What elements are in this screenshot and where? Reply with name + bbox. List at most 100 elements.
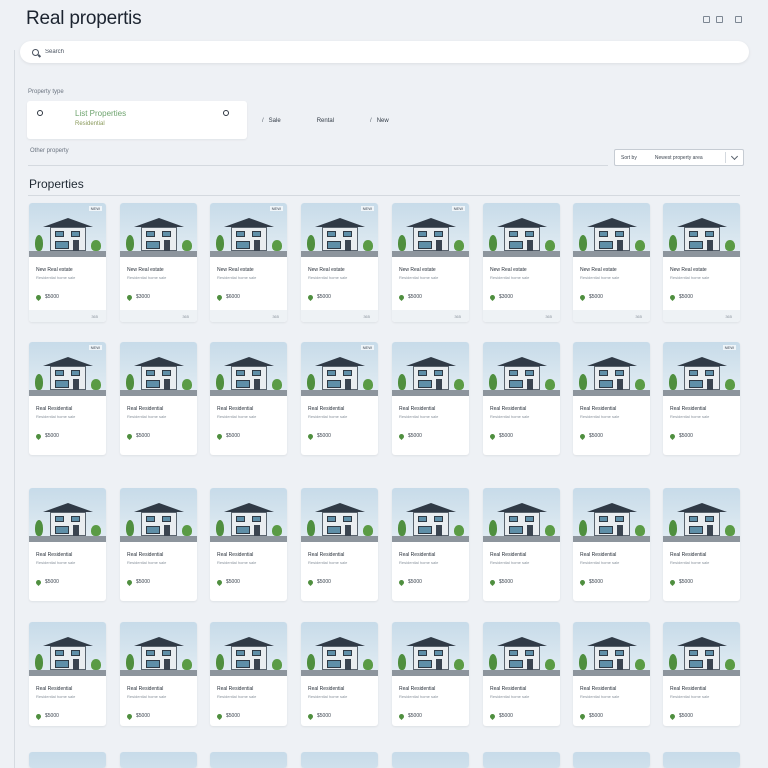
property-card[interactable]: Real Residential Residential home sale $50… <box>120 342 197 455</box>
property-subtitle: Residential home sale <box>217 414 257 419</box>
filter-divider <box>28 165 608 166</box>
close-icon[interactable] <box>735 16 742 23</box>
tree-icon <box>635 525 645 536</box>
property-card[interactable]: Real Residential Residential home sale $50… <box>210 488 287 601</box>
property-card[interactable]: NEW New Real estate Residential home sale $… <box>210 203 287 322</box>
tab-new[interactable]: / New <box>370 118 389 124</box>
property-title: Real Residential <box>399 686 436 692</box>
location-pin-icon <box>668 293 677 301</box>
search-bar[interactable] <box>20 41 749 63</box>
property-card[interactable] <box>663 752 740 768</box>
tab-sale[interactable]: / Sale <box>262 118 281 124</box>
property-card[interactable]: New Real estate Residential home sale $500… <box>573 203 650 322</box>
property-card[interactable]: Real Residential Residential home sale $50… <box>483 622 560 726</box>
property-card[interactable]: NEW Real Residential Residential home sale… <box>663 342 740 455</box>
property-card[interactable]: New Real estate Residential home sale $300… <box>120 203 197 322</box>
property-photo <box>120 342 197 396</box>
property-card[interactable]: Real Residential Residential home sale $50… <box>392 342 469 455</box>
property-price: $5000 <box>578 432 650 440</box>
chevron-down-icon <box>730 152 739 161</box>
tab-rental[interactable]: Rental <box>317 118 334 124</box>
property-card[interactable] <box>210 752 287 768</box>
property-card[interactable] <box>483 752 560 768</box>
property-card[interactable]: Real Residential Residential home sale $50… <box>663 622 740 726</box>
property-card[interactable]: Real Residential Residential home sale $50… <box>392 488 469 601</box>
property-card[interactable] <box>120 752 197 768</box>
property-card[interactable] <box>573 752 650 768</box>
property-photo <box>301 488 378 542</box>
property-subtitle: Residential home sale <box>127 414 167 419</box>
property-subtitle: Residential home sale <box>490 694 530 699</box>
tree-icon <box>545 240 555 251</box>
property-card[interactable]: Real Residential Residential home sale $50… <box>301 488 378 601</box>
location-pin-icon <box>488 432 497 440</box>
property-title: Real Residential <box>36 686 73 692</box>
property-card[interactable]: Real Residential Residential home sale $50… <box>573 488 650 601</box>
house-icon <box>677 357 727 390</box>
property-card[interactable]: Real Residential Residential home sale $50… <box>29 622 106 726</box>
property-card[interactable]: NEW Real Residential Residential home sale… <box>301 342 378 455</box>
property-card[interactable]: NEW New Real estate Residential home sale $… <box>29 203 106 322</box>
property-subtitle: Residential home sale <box>399 560 439 565</box>
property-card[interactable]: New Real estate Residential home sale $300… <box>483 203 560 322</box>
property-card[interactable]: Real Residential Residential home sale $50… <box>301 622 378 726</box>
property-card[interactable]: Real Residential Residential home sale $50… <box>29 488 106 601</box>
property-photo <box>29 488 106 542</box>
search-input[interactable] <box>45 49 645 55</box>
tree-icon <box>454 525 464 536</box>
property-card[interactable]: Real Residential Residential home sale $50… <box>120 622 197 726</box>
minimize-icon[interactable] <box>703 16 710 23</box>
property-photo: NEW <box>301 203 378 257</box>
house-icon <box>315 218 365 251</box>
house-icon <box>587 357 637 390</box>
property-card[interactable]: New Real estate Residential home sale $500… <box>663 203 740 322</box>
house-icon <box>43 637 93 670</box>
restore-icon[interactable] <box>716 16 723 23</box>
property-price: $5000 <box>306 432 378 440</box>
tree-icon <box>126 520 134 536</box>
sort-select[interactable]: Sort by Newest property area <box>614 149 744 166</box>
property-price: $5000 <box>306 712 378 720</box>
property-card[interactable] <box>29 752 106 768</box>
property-card[interactable]: Real Residential Residential home sale $50… <box>483 488 560 601</box>
house-icon <box>497 357 547 390</box>
selected-type-title: List Properties <box>75 109 127 118</box>
property-card[interactable]: NEW New Real estate Residential home sale $… <box>301 203 378 322</box>
property-photo <box>663 622 740 676</box>
location-pin-icon <box>397 712 406 720</box>
property-card[interactable]: Real Residential Residential home sale $50… <box>210 622 287 726</box>
tree-icon <box>216 235 224 251</box>
tree-icon <box>725 659 735 670</box>
tree-icon <box>216 374 224 390</box>
tree-icon <box>91 379 101 390</box>
radio-icon[interactable] <box>223 110 229 116</box>
property-type-select[interactable]: List Properties Residential <box>27 101 247 139</box>
property-subtitle: Residential home sale <box>670 275 710 280</box>
property-title: New Real estate <box>490 267 527 273</box>
property-card[interactable] <box>392 752 469 768</box>
property-photo <box>483 488 560 542</box>
property-card[interactable]: Real Residential Residential home sale $50… <box>210 342 287 455</box>
tree-icon <box>489 654 497 670</box>
tree-icon <box>35 374 43 390</box>
property-card[interactable]: Real Residential Residential home sale $50… <box>120 488 197 601</box>
property-photo <box>483 203 560 257</box>
sort-value: Newest property area <box>654 154 703 161</box>
property-card[interactable]: Real Residential Residential home sale $50… <box>483 342 560 455</box>
tree-icon <box>272 240 282 251</box>
status-badge: NEW <box>360 345 374 350</box>
property-card[interactable]: NEW Real Residential Residential home sale… <box>29 342 106 455</box>
property-title: Real Residential <box>580 406 617 412</box>
property-card[interactable]: NEW New Real estate Residential home sale $… <box>392 203 469 322</box>
property-price: $5000 <box>668 432 740 440</box>
property-title: Real Residential <box>308 686 345 692</box>
property-photo <box>573 752 650 768</box>
app-header: Real propertis <box>26 8 742 32</box>
radio-icon[interactable] <box>37 110 43 116</box>
property-card[interactable]: Real Residential Residential home sale $50… <box>573 622 650 726</box>
property-card[interactable]: Real Residential Residential home sale $50… <box>392 622 469 726</box>
property-card[interactable]: Real Residential Residential home sale $50… <box>573 342 650 455</box>
property-card[interactable] <box>301 752 378 768</box>
tree-icon <box>669 374 677 390</box>
property-card[interactable]: Real Residential Residential home sale $50… <box>663 488 740 601</box>
